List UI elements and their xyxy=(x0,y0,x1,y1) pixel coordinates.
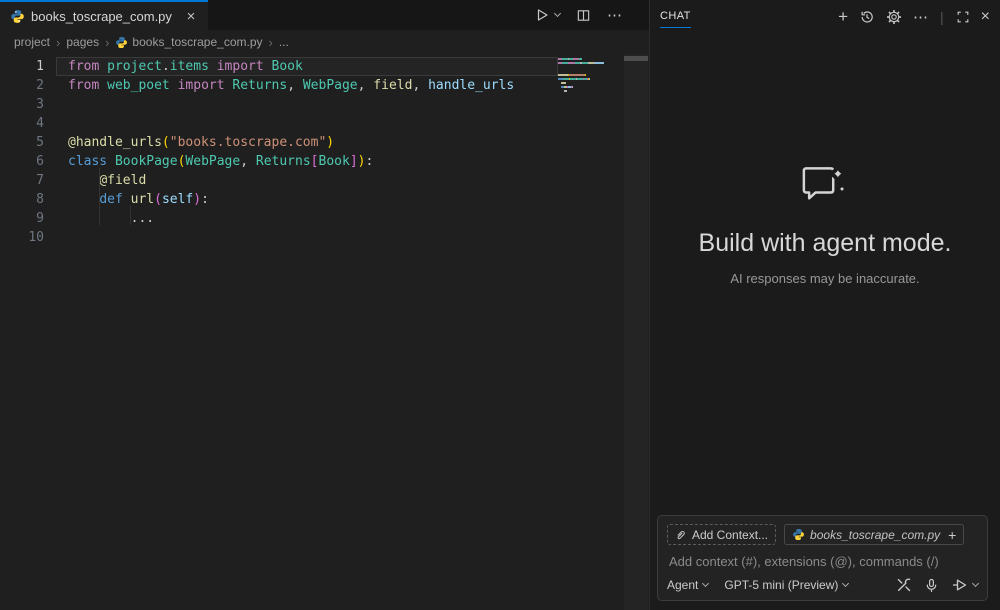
chevron-down-icon xyxy=(702,580,709,587)
editor-actions: ⋯ xyxy=(534,0,623,30)
paperclip-icon xyxy=(675,529,687,541)
line-number: 4 xyxy=(0,114,44,133)
more-icon[interactable]: ⋯ xyxy=(913,8,928,26)
split-editor-button[interactable] xyxy=(576,8,591,23)
chat-sparkle-icon xyxy=(650,163,1000,209)
editor-group: books_toscrape_com.py × ⋯ project › page… xyxy=(0,0,649,610)
run-button[interactable] xyxy=(534,7,560,23)
chat-header: CHAT + xyxy=(650,0,1000,35)
mic-icon[interactable] xyxy=(924,578,939,593)
line-number: 10 xyxy=(0,228,44,247)
line-number: 9 xyxy=(0,209,44,228)
code-line: @field xyxy=(68,171,146,190)
line-number: 8 xyxy=(0,190,44,209)
add-attachment-icon[interactable]: + xyxy=(948,527,956,543)
python-icon xyxy=(10,9,25,24)
tab-title: books_toscrape_com.py xyxy=(31,9,176,24)
chat-message-input[interactable]: Add context (#), extensions (@), command… xyxy=(667,554,978,569)
vscode-window: books_toscrape_com.py × ⋯ project › page… xyxy=(0,0,1000,610)
model-picker[interactable]: GPT-5 mini (Preview) xyxy=(724,578,848,592)
chevron-down-icon xyxy=(554,10,561,17)
python-icon xyxy=(792,528,805,541)
breadcrumb-pages[interactable]: pages xyxy=(66,35,99,49)
chevron-down-icon xyxy=(842,580,849,587)
line-number: 3 xyxy=(0,95,44,114)
add-context-button[interactable]: Add Context... xyxy=(667,524,776,545)
code-line: @handle_urls("books.toscrape.com") xyxy=(68,133,334,152)
close-icon[interactable]: × xyxy=(182,7,200,25)
breadcrumb-more[interactable]: ... xyxy=(279,35,289,49)
indent-guide xyxy=(130,206,131,225)
code-line: ... xyxy=(68,209,154,228)
history-icon[interactable] xyxy=(859,9,875,25)
chat-input-box[interactable]: Add Context... books_toscrape_com.py + A… xyxy=(657,515,988,601)
send-icon[interactable] xyxy=(951,577,978,593)
close-panel-icon[interactable]: × xyxy=(981,8,990,26)
settings-gear-icon[interactable] xyxy=(886,9,902,25)
line-number: 6 xyxy=(0,152,44,171)
empty-state-note: AI responses may be inaccurate. xyxy=(650,271,1000,286)
more-actions-icon[interactable]: ⋯ xyxy=(607,6,623,24)
indent-guide xyxy=(99,168,100,225)
editor-tab-bar: books_toscrape_com.py × ⋯ xyxy=(0,0,649,30)
empty-state-heading: Build with agent mode. xyxy=(650,229,1000,258)
breadcrumb: project › pages › books_toscrape_com.py … xyxy=(0,30,649,54)
maximize-icon[interactable] xyxy=(956,10,970,24)
scrollbar-thumb[interactable] xyxy=(624,56,648,61)
breadcrumb-separator: › xyxy=(105,35,109,50)
line-number: 7 xyxy=(0,171,44,190)
attached-file-pill[interactable]: books_toscrape_com.py + xyxy=(784,524,964,545)
scrollbar-track[interactable] xyxy=(624,54,648,610)
line-number: 1 xyxy=(0,57,44,76)
new-chat-icon[interactable]: + xyxy=(838,9,848,25)
chat-controls: Agent GPT-5 mini (Preview) xyxy=(667,577,978,593)
chevron-down-icon xyxy=(972,580,979,587)
chat-panel: CHAT + xyxy=(649,0,1000,610)
line-number: 2 xyxy=(0,76,44,95)
breadcrumb-project[interactable]: project xyxy=(14,35,50,49)
mode-picker[interactable]: Agent xyxy=(667,578,708,592)
divider: | xyxy=(940,9,944,25)
context-row: Add Context... books_toscrape_com.py + xyxy=(667,524,978,545)
code-line: def url(self): xyxy=(68,190,209,209)
python-icon xyxy=(115,36,128,49)
tab-books-toscrape[interactable]: books_toscrape_com.py × xyxy=(0,0,208,30)
code-line: from web_poet import Returns, WebPage, f… xyxy=(68,76,514,95)
tab-chat[interactable]: CHAT xyxy=(660,10,691,28)
breadcrumb-file[interactable]: books_toscrape_com.py xyxy=(115,35,262,49)
breadcrumb-separator: › xyxy=(269,35,273,50)
code-line: from project.items import Book xyxy=(68,57,303,76)
breadcrumb-separator: › xyxy=(56,35,60,50)
tools-icon[interactable] xyxy=(896,577,912,593)
minimap[interactable] xyxy=(558,58,620,104)
code-editor[interactable]: 12345678910 from project.items import Bo… xyxy=(0,54,649,610)
code-line: class BookPage(WebPage, Returns[Book]): xyxy=(68,152,373,171)
line-number: 5 xyxy=(0,133,44,152)
chat-empty-state: Build with agent mode. AI responses may … xyxy=(650,163,1000,286)
